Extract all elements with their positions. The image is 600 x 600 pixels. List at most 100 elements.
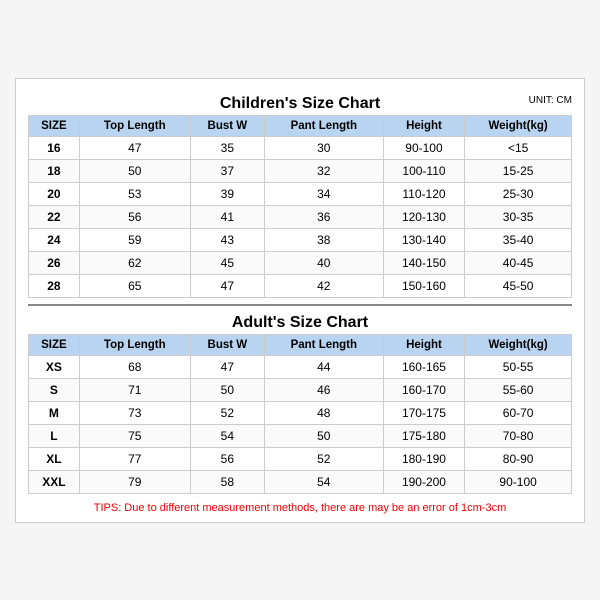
data-cell: 190-200 (383, 470, 465, 493)
data-cell: 71 (79, 378, 190, 401)
column-header-pant-length: Pant Length (264, 334, 383, 355)
data-cell: 70-80 (465, 424, 572, 447)
table-row: 1647353090-100<15 (29, 136, 572, 159)
data-cell: 48 (264, 401, 383, 424)
size-cell: 20 (29, 182, 80, 205)
data-cell: 47 (79, 136, 190, 159)
size-cell: L (29, 424, 80, 447)
data-cell: 60-70 (465, 401, 572, 424)
table-row: XS684744160-16550-55 (29, 355, 572, 378)
data-cell: 45 (190, 251, 264, 274)
column-header-height: Height (383, 334, 465, 355)
size-cell: 16 (29, 136, 80, 159)
data-cell: 160-170 (383, 378, 465, 401)
data-cell: 34 (264, 182, 383, 205)
data-cell: 56 (190, 447, 264, 470)
data-cell: 53 (79, 182, 190, 205)
data-cell: 30-35 (465, 205, 572, 228)
data-cell: 37 (190, 159, 264, 182)
adult-title: Adult's Size Chart (28, 308, 572, 334)
size-cell: 26 (29, 251, 80, 274)
column-header-bust-w: Bust W (190, 115, 264, 136)
data-cell: 120-130 (383, 205, 465, 228)
data-cell: 170-175 (383, 401, 465, 424)
data-cell: 75 (79, 424, 190, 447)
data-cell: 45-50 (465, 274, 572, 297)
table-row: L755450175-18070-80 (29, 424, 572, 447)
data-cell: 44 (264, 355, 383, 378)
data-cell: 130-140 (383, 228, 465, 251)
data-cell: 25-30 (465, 182, 572, 205)
data-cell: 65 (79, 274, 190, 297)
column-header-top-length: Top Length (79, 115, 190, 136)
table-row: M735248170-17560-70 (29, 401, 572, 424)
data-cell: 77 (79, 447, 190, 470)
column-header-bust-w: Bust W (190, 334, 264, 355)
data-cell: 50-55 (465, 355, 572, 378)
data-cell: 40-45 (465, 251, 572, 274)
table-row: XL775652180-19080-90 (29, 447, 572, 470)
adult-title-text: Adult's Size Chart (232, 314, 368, 331)
data-cell: 68 (79, 355, 190, 378)
data-cell: 43 (190, 228, 264, 251)
table-row: 20533934110-12025-30 (29, 182, 572, 205)
adult-header-row: SIZETop LengthBust WPant LengthHeightWei… (29, 334, 572, 355)
table-row: 24594338130-14035-40 (29, 228, 572, 251)
children-title-text: Children's Size Chart (220, 95, 380, 112)
data-cell: 32 (264, 159, 383, 182)
data-cell: 100-110 (383, 159, 465, 182)
size-cell: S (29, 378, 80, 401)
size-cell: XXL (29, 470, 80, 493)
data-cell: 30 (264, 136, 383, 159)
column-header-weightkg: Weight(kg) (465, 115, 572, 136)
data-cell: 55-60 (465, 378, 572, 401)
size-cell: 18 (29, 159, 80, 182)
data-cell: 47 (190, 355, 264, 378)
tips-text: TIPS: Due to different measurement metho… (28, 498, 572, 514)
data-cell: 73 (79, 401, 190, 424)
data-cell: 160-165 (383, 355, 465, 378)
children-table: SIZETop LengthBust WPant LengthHeightWei… (28, 115, 572, 298)
data-cell: 15-25 (465, 159, 572, 182)
data-cell: 50 (264, 424, 383, 447)
table-row: 22564136120-13030-35 (29, 205, 572, 228)
chart-container: Children's Size Chart UNIT: CM SIZETop L… (15, 78, 585, 523)
data-cell: 150-160 (383, 274, 465, 297)
data-cell: 41 (190, 205, 264, 228)
column-header-height: Height (383, 115, 465, 136)
data-cell: 46 (264, 378, 383, 401)
data-cell: 40 (264, 251, 383, 274)
unit-label: UNIT: CM (529, 95, 572, 106)
column-header-size: SIZE (29, 115, 80, 136)
size-cell: 22 (29, 205, 80, 228)
children-header-row: SIZETop LengthBust WPant LengthHeightWei… (29, 115, 572, 136)
data-cell: 140-150 (383, 251, 465, 274)
size-cell: 28 (29, 274, 80, 297)
data-cell: 47 (190, 274, 264, 297)
table-row: XXL795854190-20090-100 (29, 470, 572, 493)
data-cell: 52 (190, 401, 264, 424)
size-cell: 24 (29, 228, 80, 251)
table-row: 26624540140-15040-45 (29, 251, 572, 274)
adult-table: SIZETop LengthBust WPant LengthHeightWei… (28, 334, 572, 494)
data-cell: 180-190 (383, 447, 465, 470)
data-cell: 52 (264, 447, 383, 470)
children-title: Children's Size Chart UNIT: CM (28, 89, 572, 115)
table-row: 28654742150-16045-50 (29, 274, 572, 297)
data-cell: 54 (264, 470, 383, 493)
data-cell: 56 (79, 205, 190, 228)
data-cell: 175-180 (383, 424, 465, 447)
size-cell: M (29, 401, 80, 424)
size-cell: XS (29, 355, 80, 378)
size-cell: XL (29, 447, 80, 470)
data-cell: 36 (264, 205, 383, 228)
table-row: 18503732100-11015-25 (29, 159, 572, 182)
data-cell: 39 (190, 182, 264, 205)
column-header-top-length: Top Length (79, 334, 190, 355)
data-cell: 79 (79, 470, 190, 493)
data-cell: 90-100 (383, 136, 465, 159)
data-cell: 50 (190, 378, 264, 401)
data-cell: 110-120 (383, 182, 465, 205)
column-header-size: SIZE (29, 334, 80, 355)
data-cell: 35-40 (465, 228, 572, 251)
